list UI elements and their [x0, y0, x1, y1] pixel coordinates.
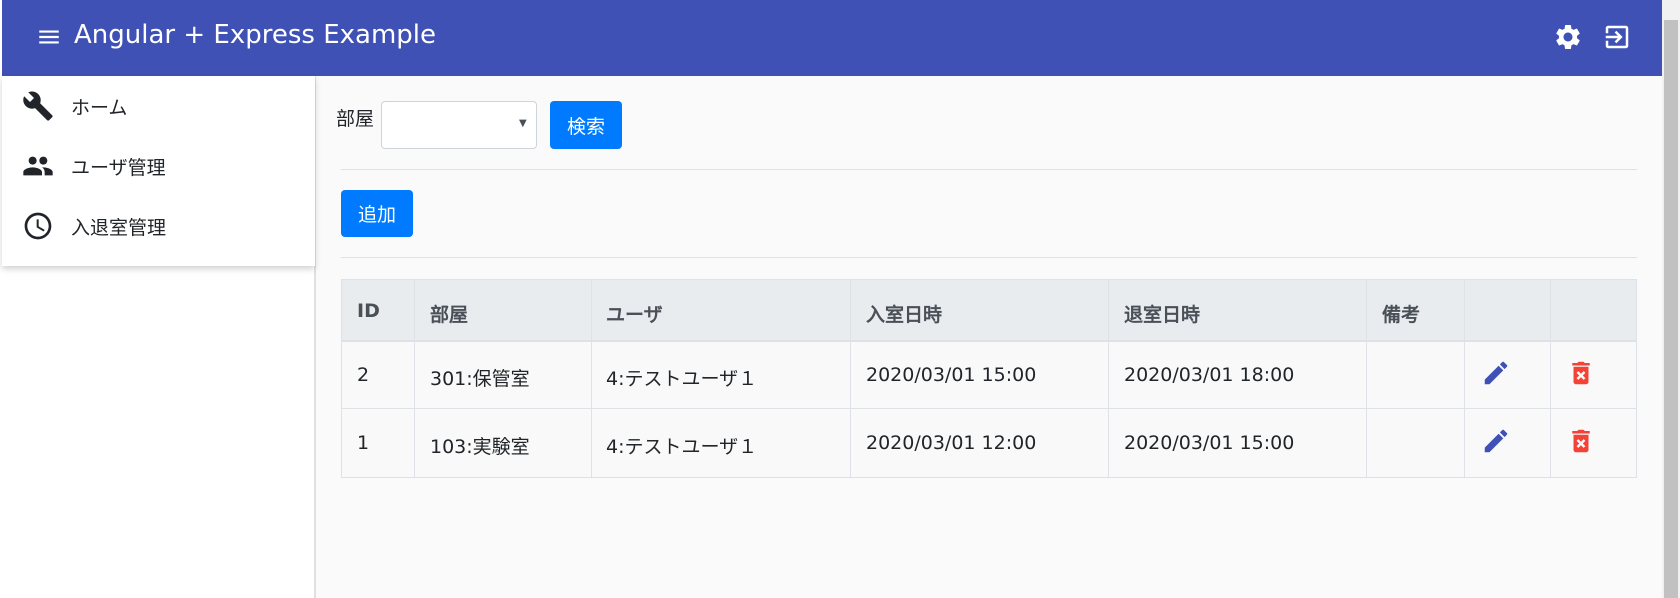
add-button[interactable]: 追加 — [341, 190, 413, 237]
cell-exit-time: 2020/03/01 15:00 — [1124, 432, 1295, 454]
column-divider — [1366, 280, 1367, 477]
divider — [341, 257, 1637, 258]
column-header-id: ID — [357, 300, 380, 322]
cell-id: 1 — [357, 432, 370, 454]
chevron-down-icon: ▼ — [519, 118, 527, 129]
scrollbar[interactable] — [1662, 0, 1680, 598]
cell-room: 103:実験室 — [430, 436, 530, 458]
sidenav-background — [2, 266, 315, 598]
top-toolbar: Angular + Express Example — [2, 0, 1662, 76]
table-row: 1 103:実験室 4:テストユーザ１ 2020/03/01 12:00 202… — [342, 410, 1636, 477]
sidebar-item-entry-exit[interactable]: 入退室管理 — [2, 196, 315, 256]
column-header-user: ユーザ — [606, 304, 663, 326]
cell-id: 2 — [357, 364, 370, 386]
sidebar-item-home[interactable]: ホーム — [2, 76, 315, 136]
divider — [341, 169, 1637, 170]
sidebar-item-label: 入退室管理 — [71, 216, 167, 239]
pencil-icon[interactable] — [1481, 358, 1511, 388]
column-divider — [850, 280, 851, 477]
cell-entry-time: 2020/03/01 15:00 — [866, 364, 1037, 386]
search-button[interactable]: 検索 — [550, 101, 622, 149]
column-header-note: 備考 — [1382, 304, 1421, 326]
hamburger-menu-icon[interactable] — [36, 24, 62, 50]
column-header-exit-time: 退室日時 — [1124, 304, 1201, 326]
column-divider — [1464, 280, 1465, 477]
column-divider — [1550, 280, 1551, 477]
table-header: ID 部屋 ユーザ 入室日時 退室日時 備考 — [342, 280, 1636, 342]
cell-user: 4:テストユーザ１ — [606, 368, 758, 390]
cell-room: 301:保管室 — [430, 368, 530, 390]
cell-entry-time: 2020/03/01 12:00 — [866, 432, 1037, 454]
column-header-room: 部屋 — [430, 304, 469, 326]
wrench-icon — [22, 90, 54, 122]
exit-to-app-icon[interactable] — [1602, 22, 1632, 52]
pencil-icon[interactable] — [1481, 426, 1511, 456]
app-title: Angular + Express Example — [74, 20, 436, 50]
column-divider — [1108, 280, 1109, 477]
sidenav: ホーム ユーザ管理 入退室管理 — [2, 76, 315, 266]
sidebar-item-label: ユーザ管理 — [71, 156, 166, 179]
people-icon — [22, 150, 54, 182]
table-row: 2 301:保管室 4:テストユーザ１ 2020/03/01 15:00 202… — [342, 342, 1636, 409]
column-header-entry-time: 入室日時 — [866, 304, 943, 326]
column-divider — [591, 280, 592, 477]
delete-icon[interactable] — [1566, 426, 1596, 456]
scrollbar-thumb[interactable] — [1664, 20, 1678, 598]
column-divider — [414, 280, 415, 477]
delete-icon[interactable] — [1566, 358, 1596, 388]
room-select[interactable]: ▼ — [381, 101, 537, 149]
sidebar-item-label: ホーム — [71, 96, 128, 119]
room-filter-label: 部屋 — [336, 108, 375, 130]
clock-icon — [22, 210, 54, 242]
cell-exit-time: 2020/03/01 18:00 — [1124, 364, 1295, 386]
entry-exit-table: ID 部屋 ユーザ 入室日時 退室日時 備考 2 301:保管室 4:テストユー… — [341, 279, 1637, 478]
gear-icon[interactable] — [1553, 22, 1583, 52]
sidebar-item-users[interactable]: ユーザ管理 — [2, 136, 315, 196]
cell-user: 4:テストユーザ１ — [606, 436, 758, 458]
